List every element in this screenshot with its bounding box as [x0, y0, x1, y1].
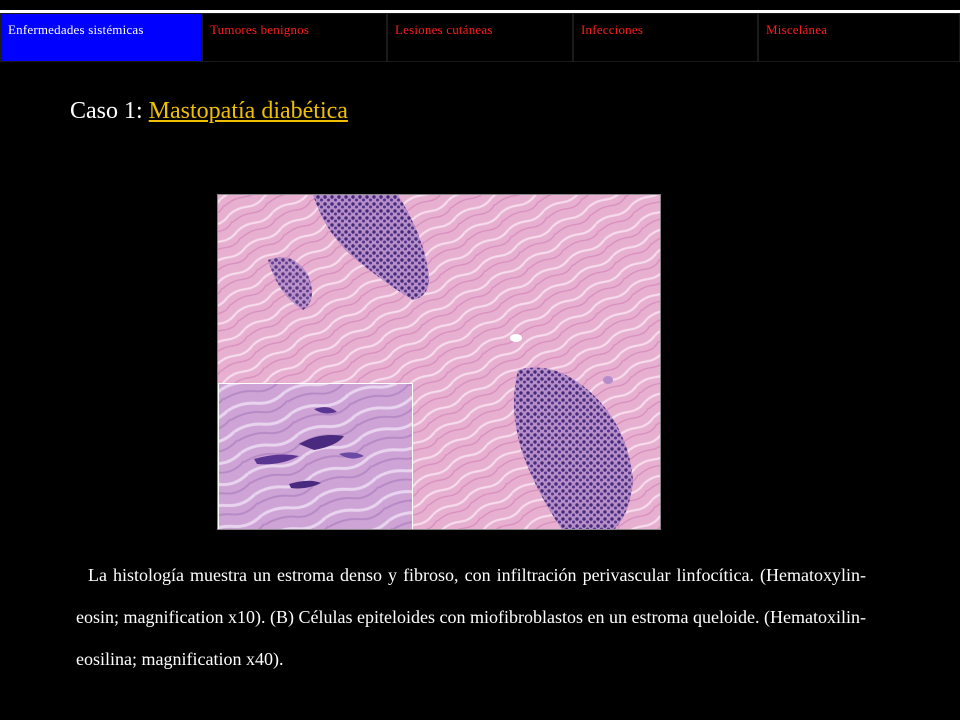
tab-miscelanea[interactable]: Miscelánea: [758, 13, 960, 62]
title-link[interactable]: Mastopatía diabética: [149, 98, 348, 124]
tab-infecciones[interactable]: Infecciones: [573, 13, 758, 62]
histology-image: [217, 194, 661, 530]
histology-inset-graphic: [219, 384, 412, 529]
tab-enfermedades-sistemicas[interactable]: Enfermedades sistémicas: [0, 13, 202, 62]
caption-text: La histología muestra un estroma denso y…: [76, 565, 866, 669]
figure-caption: La histología muestra un estroma denso y…: [76, 554, 866, 680]
page-title: Caso 1: Mastopatía diabética: [70, 98, 348, 125]
histology-inset-image: [218, 383, 413, 529]
top-navigation: Enfermedades sistémicas Tumores benignos…: [0, 10, 960, 62]
title-prefix: Caso 1:: [70, 98, 149, 124]
tab-lesiones-cutaneas[interactable]: Lesiones cutáneas: [387, 13, 573, 62]
tab-tumores-benignos[interactable]: Tumores benignos: [202, 13, 387, 62]
